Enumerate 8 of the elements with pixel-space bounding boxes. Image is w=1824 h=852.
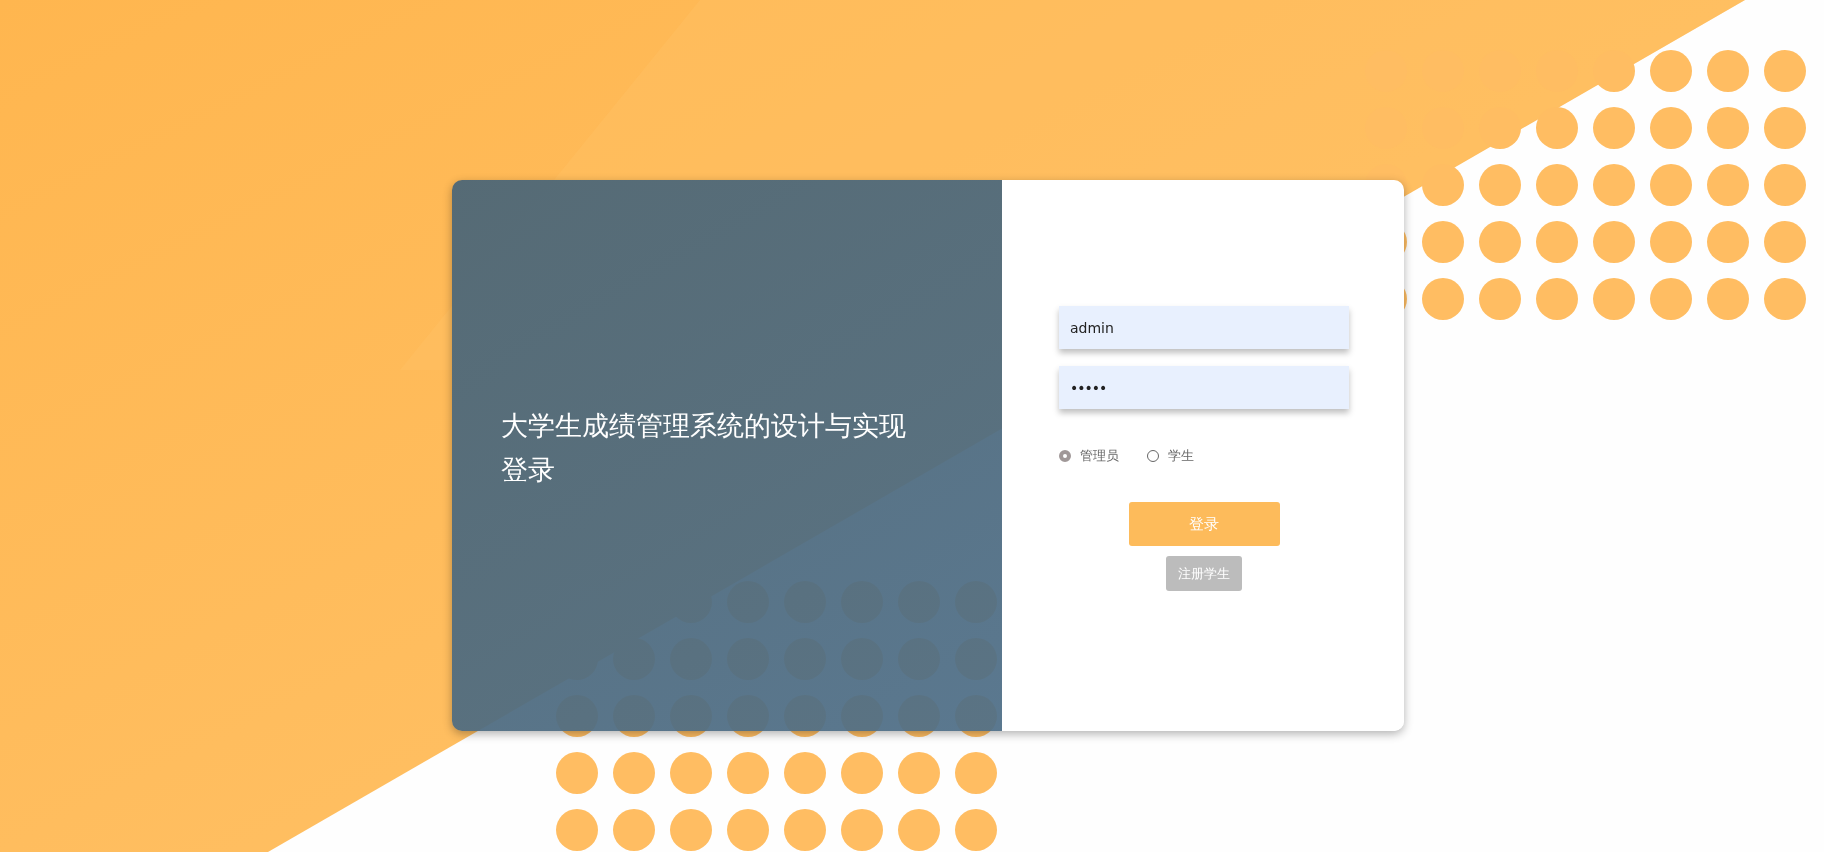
login-title: 大学生成绩管理系统的设计与实现 [501, 408, 906, 443]
role-label: 学生 [1168, 447, 1194, 465]
role-radio[interactable] [1059, 450, 1071, 462]
role-radio[interactable] [1147, 450, 1159, 462]
username-field[interactable]: admin [1059, 306, 1349, 349]
password-field[interactable]: ••••• [1059, 366, 1349, 409]
login-title: 登录 [501, 452, 555, 487]
role-label: 管理员 [1080, 447, 1119, 465]
